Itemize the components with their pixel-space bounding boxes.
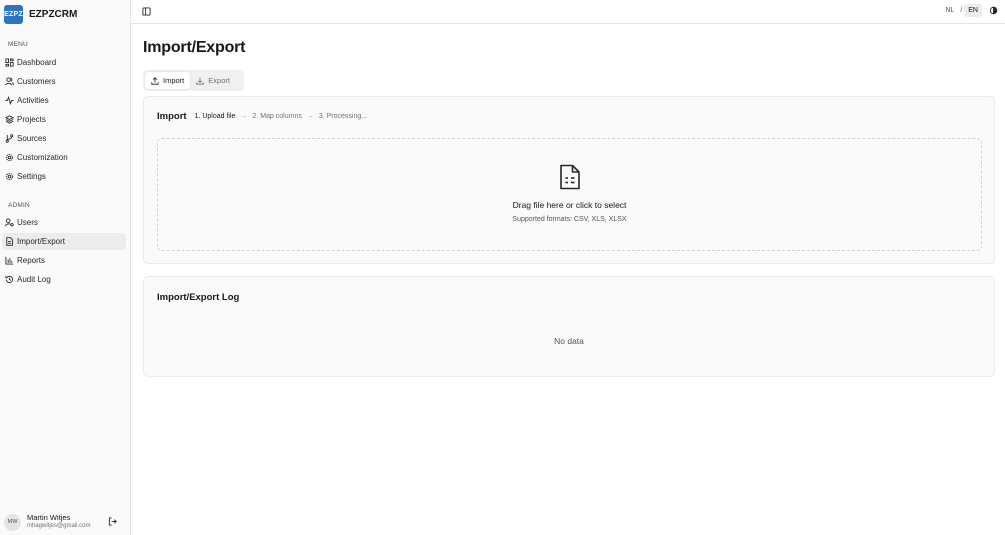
sidebar-item-audit-log[interactable]: Audit Log (2, 271, 126, 288)
menu-section-label: MENU (8, 41, 28, 48)
import-export-log-card: Import/Export Log No data (143, 276, 995, 377)
history-icon (5, 275, 14, 284)
download-icon (196, 77, 204, 85)
file-dropzone[interactable]: Drag file here or click to select Suppor… (157, 138, 982, 251)
main-nav: Dashboard Customers Activities Projects … (2, 54, 126, 187)
sidebar-toggle-icon[interactable] (142, 7, 151, 16)
brand-name: EZPZCRM (29, 9, 78, 20)
arrow-right-icon: → (306, 113, 314, 120)
sidebar-item-customization[interactable]: Customization (2, 149, 126, 166)
import-steps: 1. Upload file → 2. Map columns → 3. Pro… (195, 113, 368, 120)
sidebar-item-projects[interactable]: Projects (2, 111, 126, 128)
settings-icon (5, 172, 14, 181)
import-card-title: Import (157, 111, 187, 122)
page-title: Import/Export (143, 39, 246, 56)
tab-export[interactable]: Export (190, 72, 236, 89)
brand[interactable]: EZPZ EZPZCRM (4, 5, 77, 24)
topbar: NL / EN (131, 0, 1005, 24)
user-name: Martin Witjes (27, 513, 71, 523)
sidebar-item-label: Customization (17, 153, 68, 162)
sidebar-item-import-export[interactable]: Import/Export (2, 233, 126, 250)
supported-formats: Supported formats: CSV, XLS, XLSX (512, 216, 627, 223)
sidebar-item-activities[interactable]: Activities (2, 92, 126, 109)
file-spreadsheet-icon (560, 164, 580, 190)
sidebar-item-customers[interactable]: Customers (2, 73, 126, 90)
language-switcher: NL / EN (941, 4, 998, 17)
user-email: mhagwitjes@gmail.com (27, 522, 91, 529)
log-card-title: Import/Export Log (157, 292, 240, 303)
user-profile[interactable]: MW Martin Witjes mhagwitjes@gmail.com (4, 511, 126, 533)
import-export-tabs: Import Export (143, 70, 244, 91)
dashboard-icon (5, 58, 14, 67)
sidebar-item-users[interactable]: Users (2, 214, 126, 231)
activity-icon (5, 96, 14, 105)
sidebar-item-label: Activities (17, 96, 49, 105)
tab-import-label: Import (163, 76, 185, 85)
sidebar-item-label: Audit Log (17, 275, 51, 284)
admin-nav: Users Import/Export Reports Audit Log (2, 214, 126, 290)
dropzone-title: Drag file here or click to select (512, 200, 627, 210)
sidebar-item-label: Projects (17, 115, 46, 124)
tab-import[interactable]: Import (145, 72, 191, 89)
git-branch-icon (5, 134, 14, 143)
step-map-columns: 2. Map columns (252, 113, 302, 120)
sidebar-item-label: Reports (17, 256, 46, 265)
bar-chart-icon (5, 256, 14, 265)
brand-logo: EZPZ (4, 5, 23, 24)
gear-icon (5, 153, 14, 162)
sidebar: EZPZ EZPZCRM MENU Dashboard Customers Ac… (0, 0, 131, 535)
step-upload: 1. Upload file (194, 113, 236, 120)
avatar: MW (4, 513, 21, 531)
sidebar-item-settings[interactable]: Settings (2, 168, 126, 185)
sidebar-item-reports[interactable]: Reports (2, 252, 126, 269)
sidebar-item-label: Import/Export (17, 237, 66, 246)
lang-nl-button[interactable]: NL (941, 4, 958, 17)
step-processing: 3. Processing... (318, 113, 368, 120)
layers-icon (5, 115, 14, 124)
sidebar-item-label: Users (17, 218, 38, 227)
sidebar-item-sources[interactable]: Sources (2, 130, 126, 147)
tab-export-label: Export (208, 76, 230, 85)
import-card: Import 1. Upload file → 2. Map columns →… (143, 96, 995, 264)
upload-icon (151, 76, 159, 85)
moon-icon[interactable] (989, 6, 998, 15)
arrow-right-icon: → (240, 113, 248, 120)
lang-separator: / (960, 7, 963, 14)
sidebar-item-label: Customers (17, 77, 56, 86)
sidebar-item-label: Sources (17, 134, 47, 143)
user-cog-icon (5, 218, 14, 227)
users-icon (5, 77, 14, 86)
user-info: Martin Witjes mhagwitjes@gmail.com (27, 514, 90, 530)
admin-section-label: ADMIN (8, 202, 30, 209)
sidebar-item-label: Settings (17, 172, 46, 181)
empty-state: No data (554, 336, 584, 346)
file-icon (6, 237, 13, 246)
import-card-header: Import 1. Upload file → 2. Map columns →… (157, 111, 367, 122)
sidebar-item-label: Dashboard (17, 58, 57, 67)
logout-icon[interactable] (108, 517, 117, 526)
lang-en-button[interactable]: EN (964, 4, 982, 17)
sidebar-item-dashboard[interactable]: Dashboard (2, 54, 126, 71)
